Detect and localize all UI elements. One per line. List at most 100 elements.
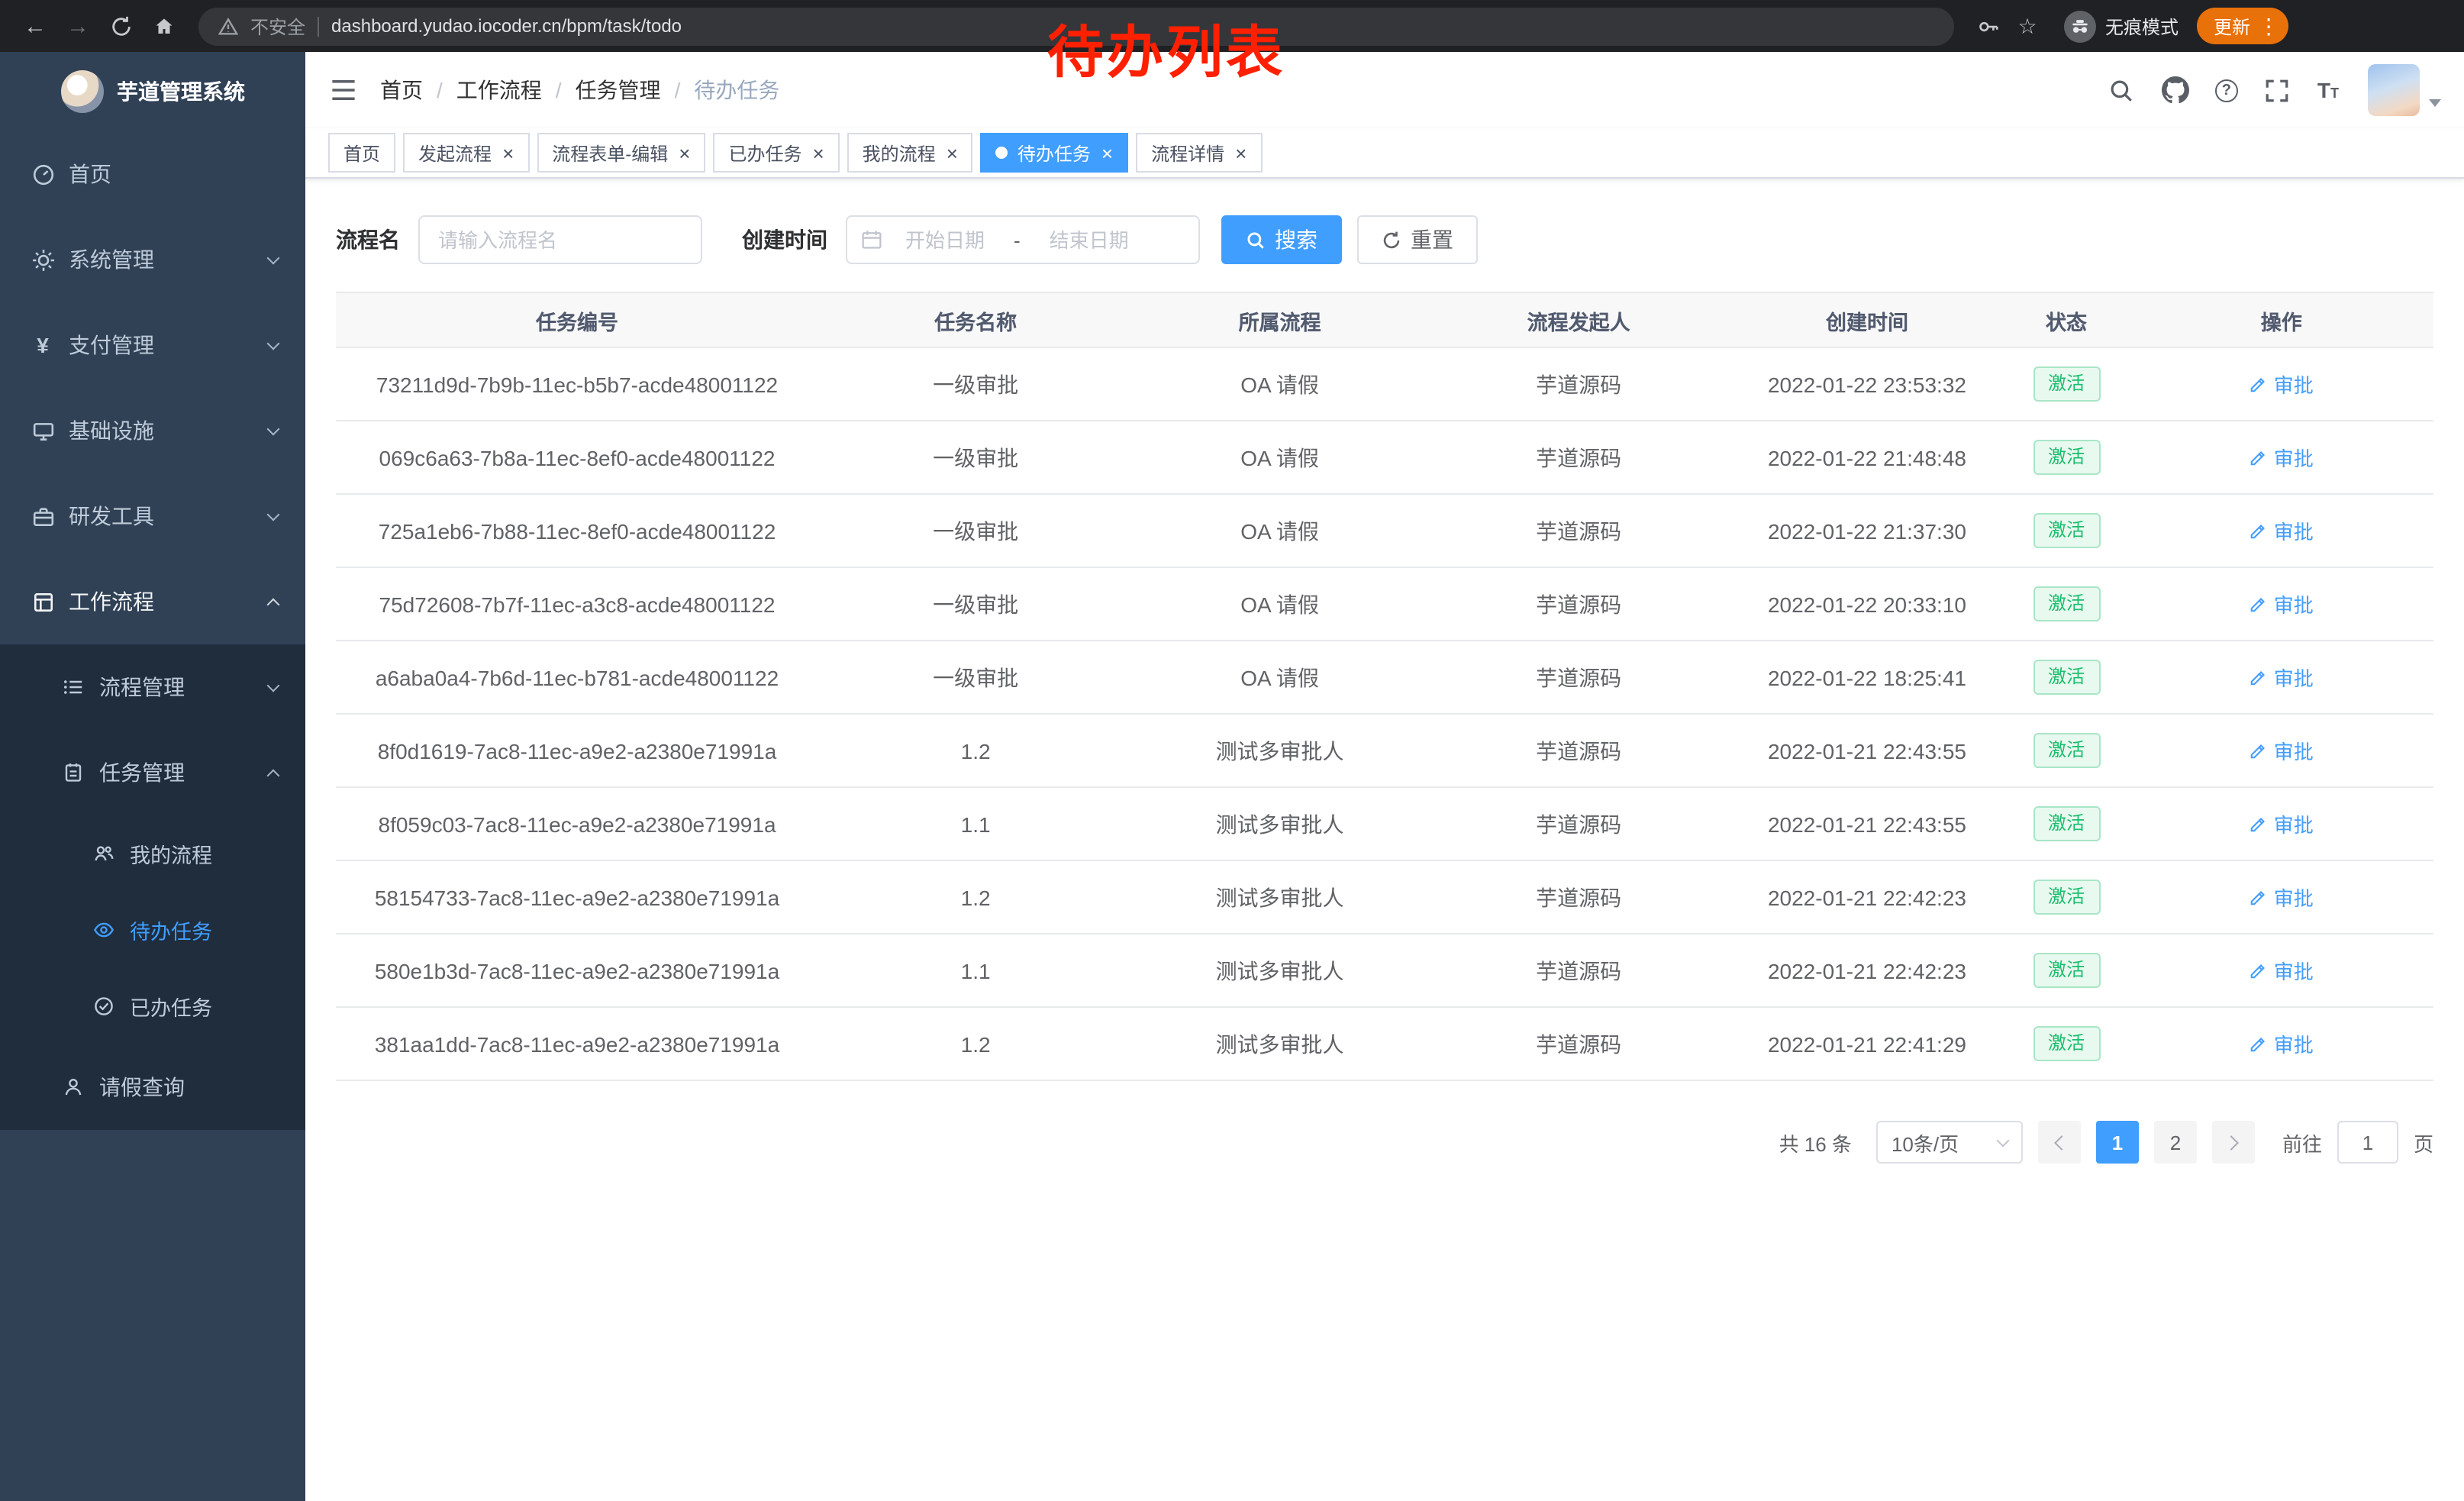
calendar-icon: [861, 229, 882, 250]
approve-link[interactable]: 审批: [2250, 736, 2314, 765]
cell-created: 2022-01-22 18:25:41: [1730, 641, 2003, 714]
browser-update-button[interactable]: 更新 ⋮: [2197, 8, 2288, 44]
tab[interactable]: 已办任务 ×: [713, 133, 839, 173]
next-page-button[interactable]: [2212, 1121, 2255, 1164]
approve-link[interactable]: 审批: [2250, 370, 2314, 399]
cell-task-name: 1.2: [818, 1007, 1133, 1080]
sidebar-item-home[interactable]: 首页: [0, 131, 305, 217]
tab-close-icon[interactable]: ×: [812, 143, 824, 163]
cell-created: 2022-01-21 22:42:23: [1730, 860, 2003, 934]
status-badge: 激活: [2033, 733, 2100, 768]
sidebar-item-system-management[interactable]: 系统管理: [0, 217, 305, 302]
approve-link-label: 审批: [2274, 1029, 2314, 1058]
fullscreen-icon[interactable]: [2264, 76, 2291, 104]
approve-link[interactable]: 审批: [2250, 956, 2314, 985]
chevron-up-icon: [267, 769, 280, 782]
dashboard-icon: [31, 162, 55, 186]
page-size-select[interactable]: 10条/页: [1876, 1121, 2023, 1164]
tab-label: 我的流程: [863, 140, 936, 166]
cell-created: 2022-01-22 21:48:48: [1730, 421, 2003, 494]
help-icon[interactable]: ?: [2215, 79, 2238, 102]
cell-starter: 芋道源码: [1427, 860, 1730, 934]
page-number-button[interactable]: 1: [2096, 1121, 2139, 1164]
sidebar-item-task-management[interactable]: 任务管理: [0, 730, 305, 815]
browser-home-icon[interactable]: [144, 6, 183, 46]
tab-close-icon[interactable]: ×: [502, 143, 514, 163]
sidebar-item-todo-tasks[interactable]: 待办任务: [0, 892, 305, 968]
sidebar-item-dev-tools[interactable]: 研发工具: [0, 473, 305, 559]
approve-link[interactable]: 审批: [2250, 443, 2314, 472]
reset-button-label: 重置: [1411, 224, 1453, 255]
monitor-icon: [31, 418, 55, 443]
page-number-button[interactable]: 2: [2154, 1121, 2197, 1164]
breadcrumb-item-workflow[interactable]: 工作流程: [456, 75, 542, 105]
search-icon[interactable]: [2108, 76, 2136, 104]
tab[interactable]: 流程详情 ×: [1136, 133, 1262, 173]
bookmark-star-icon[interactable]: ☆: [2009, 8, 2046, 44]
navbar-actions: ? TT: [2108, 64, 2441, 116]
cell-task-id: 8f059c03-7ac8-11ec-a9e2-a2380e71991a: [336, 787, 818, 860]
breadcrumb-item-home[interactable]: 首页: [380, 75, 423, 105]
user-menu[interactable]: [2368, 64, 2441, 116]
sidebar-item-infrastructure[interactable]: 基础设施: [0, 388, 305, 473]
tab[interactable]: 流程表单-编辑 ×: [537, 133, 705, 173]
browser-refresh-icon[interactable]: [101, 6, 140, 46]
app-logo-image: [60, 70, 103, 113]
sidebar-item-leave-query[interactable]: 请假查询: [0, 1044, 305, 1130]
browser-back-icon[interactable]: ←: [15, 6, 55, 46]
tab[interactable]: 发起流程 ×: [403, 133, 529, 173]
sidebar-item-my-processes[interactable]: 我的流程: [0, 815, 305, 892]
avatar[interactable]: [2368, 64, 2420, 116]
approve-link[interactable]: 审批: [2250, 663, 2314, 692]
search-button[interactable]: 搜索: [1221, 215, 1342, 264]
end-date-input[interactable]: [1030, 227, 1149, 253]
chevron-down-icon: [1996, 1134, 2009, 1147]
process-name-input[interactable]: [418, 215, 702, 264]
tab[interactable]: 首页: [328, 133, 395, 173]
date-range-picker[interactable]: -: [846, 215, 1200, 264]
sidebar: 芋道管理系统 首页 系统管理 ¥: [0, 52, 305, 1501]
approve-link[interactable]: 审批: [2250, 589, 2314, 618]
cell-task-id: a6aba0a4-7b6d-11ec-b781-acde48001122: [336, 641, 818, 714]
goto-page-input[interactable]: [2337, 1121, 2398, 1164]
approve-link[interactable]: 审批: [2250, 883, 2314, 912]
font-size-icon[interactable]: TT: [2317, 78, 2339, 102]
cell-task-id: 73211d9d-7b9b-11ec-b5b7-acde48001122: [336, 347, 818, 421]
github-icon[interactable]: [2162, 76, 2189, 104]
approve-link[interactable]: 审批: [2250, 809, 2314, 838]
approve-link[interactable]: 审批: [2250, 516, 2314, 545]
status-badge: 激活: [2033, 586, 2100, 621]
cell-starter: 芋道源码: [1427, 934, 1730, 1007]
people-icon: [92, 841, 116, 866]
tab[interactable]: 我的流程 ×: [847, 133, 973, 173]
cell-created: 2022-01-21 22:43:55: [1730, 714, 2003, 787]
sidebar-menu: 首页 系统管理 ¥ 支付管理: [0, 131, 305, 1130]
reset-button[interactable]: 重置: [1357, 215, 1478, 264]
sidebar-item-payment-management[interactable]: ¥ 支付管理: [0, 302, 305, 388]
cell-task-id: 58154733-7ac8-11ec-a9e2-a2380e71991a: [336, 860, 818, 934]
tab-close-icon[interactable]: ×: [947, 143, 958, 163]
approve-link-label: 审批: [2274, 956, 2314, 985]
browser-menu-icon[interactable]: ⋮: [2258, 15, 2279, 37]
tab-close-icon[interactable]: ×: [1101, 143, 1113, 163]
not-secure-warning-icon: [218, 16, 238, 36]
tab-close-icon[interactable]: ×: [679, 143, 690, 163]
collapse-sidebar-icon[interactable]: [328, 75, 359, 105]
chevron-left-icon: [2054, 1135, 2069, 1150]
app-logo[interactable]: 芋道管理系统: [0, 52, 305, 131]
breadcrumb: 首页 / 工作流程 / 任务管理 / 待办任务: [380, 75, 779, 105]
sidebar-item-process-management[interactable]: 流程管理: [0, 644, 305, 730]
prev-page-button[interactable]: [2038, 1121, 2081, 1164]
sidebar-item-done-tasks[interactable]: 已办任务: [0, 968, 305, 1044]
tab-close-icon[interactable]: ×: [1235, 143, 1247, 163]
sidebar-item-workflow[interactable]: 工作流程: [0, 559, 305, 644]
start-date-input[interactable]: [885, 227, 1005, 253]
approve-link-label: 审批: [2274, 443, 2314, 472]
approve-link[interactable]: 审批: [2250, 1029, 2314, 1058]
password-key-icon[interactable]: [1969, 8, 2006, 44]
browser-forward-icon[interactable]: →: [58, 6, 98, 46]
breadcrumb-item-task-management[interactable]: 任务管理: [576, 75, 661, 105]
tab[interactable]: 待办任务 ×: [981, 133, 1128, 173]
eye-icon: [92, 918, 116, 942]
cell-task-name: 1.1: [818, 934, 1133, 1007]
